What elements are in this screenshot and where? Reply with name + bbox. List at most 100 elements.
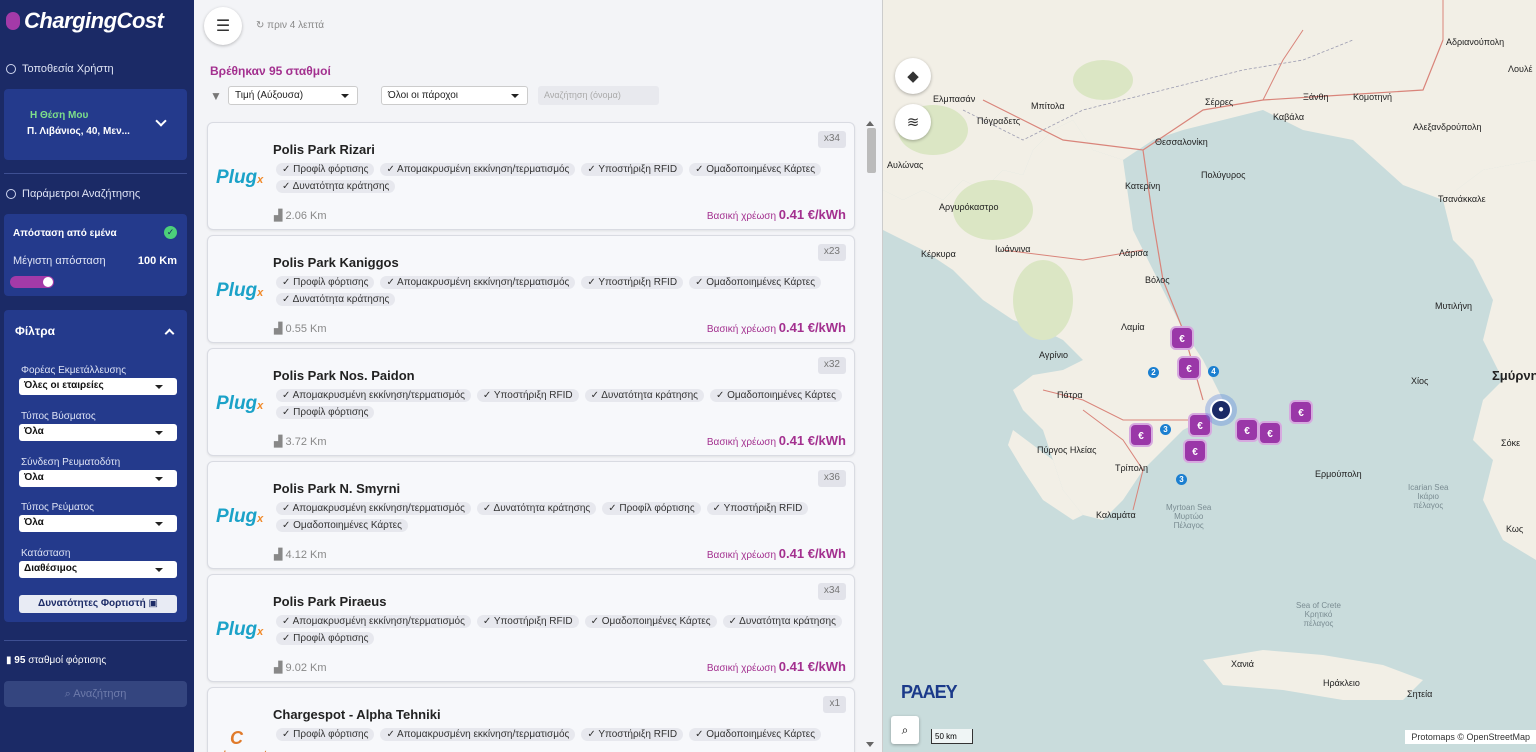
map-label: Ελμπασάν — [933, 94, 976, 104]
station-distance: ▟ 0.55 Km — [274, 323, 327, 335]
search-button[interactable]: ⌕ Αναζήτηση — [4, 681, 187, 707]
tag: ✓ Απομακρυσμένη εκκίνηση/τερματισμός — [380, 728, 576, 741]
map-label: Χανιά — [1231, 659, 1254, 669]
map-label: Ερμούπολη — [1315, 469, 1362, 479]
station-card[interactable]: Plugx Polis Park Rizari x34 ✓ Προφίλ φόρ… — [207, 122, 855, 230]
station-card[interactable]: Plugx Polis Park Piraeus x34 ✓ Απομακρυσ… — [207, 574, 855, 682]
divider — [4, 173, 187, 174]
tag: ✓ Ομαδοποιημένες Κάρτες — [689, 163, 822, 176]
station-count-marker[interactable]: 2 — [1148, 367, 1159, 378]
sort-select[interactable]: Τιμή (Αύξουσα) — [228, 86, 358, 105]
map-view[interactable]: ◆ ≋ Αδριανούπολη Λουλέ Ξάνθη Κομοτηνή Σέ… — [883, 0, 1536, 752]
layers-button[interactable]: ≋ — [895, 104, 931, 140]
tag: ✓ Απομακρυσμένη εκκίνηση/τερματισμός — [276, 389, 471, 402]
tag: ✓ Προφίλ φόρτισης — [602, 502, 701, 515]
map-label: Χίος — [1411, 376, 1429, 386]
search-icon: ⌕ — [901, 722, 909, 737]
map-search-button[interactable]: ⌕ — [891, 716, 919, 744]
filter-label-status: Κατάσταση — [21, 548, 71, 559]
filter-select-plug-type[interactable]: Όλα — [19, 424, 177, 441]
station-card[interactable]: Plugx Polis Park Nos. Paidon x32 ✓ Απομα… — [207, 348, 855, 456]
directions-button[interactable]: ◆ — [895, 58, 931, 94]
tag: ✓ Προφίλ φόρτισης — [276, 276, 375, 289]
divider — [4, 640, 187, 641]
location-selector[interactable]: Η Θέση Μου Π. Λιβάνιος, 40, Μεν... — [4, 89, 187, 160]
map-label: Σόκε — [1501, 438, 1521, 448]
road-icon: ▟ — [274, 323, 283, 335]
station-name: Polis Park Rizari — [273, 142, 375, 157]
map-label: Σμύρνη — [1492, 368, 1536, 383]
station-count-marker[interactable]: 4 — [1208, 366, 1219, 377]
map-label: Αγρίνιο — [1039, 350, 1068, 360]
chevron-up-icon[interactable] — [164, 328, 175, 339]
tag: ✓ Δυνατότητα κράτησης — [584, 389, 704, 402]
sidebar: ChargingCost Τοποθεσία Χρήστη Η Θέση Μου… — [0, 0, 194, 752]
user-location-icon[interactable]: ● — [1210, 399, 1232, 421]
my-location-label: Η Θέση Μου — [30, 110, 89, 121]
station-cluster-marker[interactable]: € — [1235, 418, 1259, 442]
search-params-title: Παράμετροι Αναζήτησης — [6, 188, 140, 200]
tag: ✓ Προφίλ φόρτισης — [276, 406, 375, 419]
hamburger-icon: ☰ — [215, 18, 231, 35]
distance-filter: Απόσταση από εμένα ✓ Μέγιστη απόσταση 10… — [4, 214, 187, 296]
map-attribution[interactable]: Protomaps © OpenStreetMap — [1405, 730, 1536, 744]
tag: ✓ Υποστήριξη RFID — [581, 163, 684, 176]
map-label: Σητεία — [1407, 689, 1433, 699]
refresh-icon: ↻ — [256, 20, 265, 31]
map-label: Λαμία — [1121, 322, 1145, 332]
filter-label-current: Τύπος Ρεύματος — [21, 502, 94, 513]
station-price: Βασική χρέωση 0.41 €/kWh — [706, 546, 846, 561]
plug-logo: Plugx — [216, 280, 264, 301]
capability-tags: ✓ Απομακρυσμένη εκκίνηση/τερματισμός ✓ Υ… — [276, 389, 846, 419]
station-cluster-marker[interactable]: € — [1129, 423, 1153, 447]
station-cluster-marker[interactable]: € — [1289, 400, 1313, 424]
map-label: Καβάλα — [1273, 112, 1305, 122]
app-logo[interactable]: ChargingCost — [6, 8, 164, 34]
list-scrollbar[interactable] — [867, 128, 876, 173]
station-count-marker[interactable]: 3 — [1160, 424, 1171, 435]
name-search-input[interactable]: Αναζήτηση (όνομα) — [538, 86, 659, 105]
map-label: Πάτρα — [1057, 390, 1083, 400]
scroll-up-icon[interactable] — [866, 121, 874, 126]
filter-label-operator: Φορέας Εκμετάλλευσης — [21, 365, 127, 376]
station-cluster-marker[interactable]: € — [1183, 439, 1207, 463]
tag: ✓ Δυνατότητα κράτησης — [722, 615, 842, 628]
station-cluster-marker[interactable]: € — [1177, 356, 1201, 380]
max-distance-value: 100 Km — [137, 255, 177, 267]
tag: ✓ Υποστήριξη RFID — [581, 728, 684, 741]
station-cluster-marker[interactable]: € — [1170, 326, 1194, 350]
charger-capabilities-button[interactable]: Δυνατότητες Φορτιστή ▣ — [19, 595, 177, 613]
station-card[interactable]: Cchargespot Chargespot - Alpha Tehniki x… — [207, 687, 855, 752]
map-label: Πύργος Ηλείας — [1037, 445, 1097, 455]
distance-toggle[interactable] — [10, 276, 54, 288]
tag: ✓ Υποστήριξη RFID — [581, 276, 684, 289]
filters-title: Φίλτρα — [15, 324, 56, 338]
app-title: ChargingCost — [24, 8, 164, 33]
map-label: Αυλώνας — [887, 160, 924, 170]
station-card[interactable]: Plugx Polis Park Kaniggos x23 ✓ Προφίλ φ… — [207, 235, 855, 343]
filter-select-operator[interactable]: Όλες οι εταιρείες — [19, 378, 177, 395]
filter-select-current[interactable]: Όλα — [19, 515, 177, 532]
station-card[interactable]: Plugx Polis Park N. Smyrni x36 ✓ Απομακρ… — [207, 461, 855, 569]
connector-count-badge: x23 — [817, 244, 846, 261]
station-name: Polis Park Piraeus — [273, 594, 387, 609]
station-cluster-marker[interactable]: € — [1258, 421, 1282, 445]
tag: ✓ Υποστήριξη RFID — [706, 502, 809, 515]
chevron-down-icon — [155, 115, 167, 127]
map-label: Κέρκυρα — [921, 249, 956, 259]
sea-label: Icarian Sea Ικάριο πέλαγος — [1408, 483, 1449, 510]
map-label: Πόγραδετς — [977, 116, 1021, 126]
menu-button[interactable]: ☰ — [204, 7, 242, 45]
provider-select[interactable]: Όλοι οι πάροχοι — [381, 86, 528, 105]
max-distance-label: Μέγιστη απόσταση — [13, 255, 106, 267]
scroll-down-icon[interactable] — [866, 742, 874, 747]
map-label: Τσανάκκαλε — [1438, 194, 1486, 204]
connector-count-badge: x32 — [817, 357, 846, 374]
filter-select-socket[interactable]: Όλα — [19, 470, 177, 487]
filter-select-status[interactable]: Διαθέσιμος — [19, 561, 177, 578]
sea-label: Myrtoan Sea Μυρτώο Πέλαγος — [1166, 503, 1212, 530]
station-count-marker[interactable]: 3 — [1176, 474, 1187, 485]
station-name: Chargespot - Alpha Tehniki — [273, 707, 441, 722]
refresh-status[interactable]: ↻ πριν 4 λεπτά — [256, 20, 324, 31]
tag: ✓ Ομαδοποιημένες Κάρτες — [689, 276, 822, 289]
